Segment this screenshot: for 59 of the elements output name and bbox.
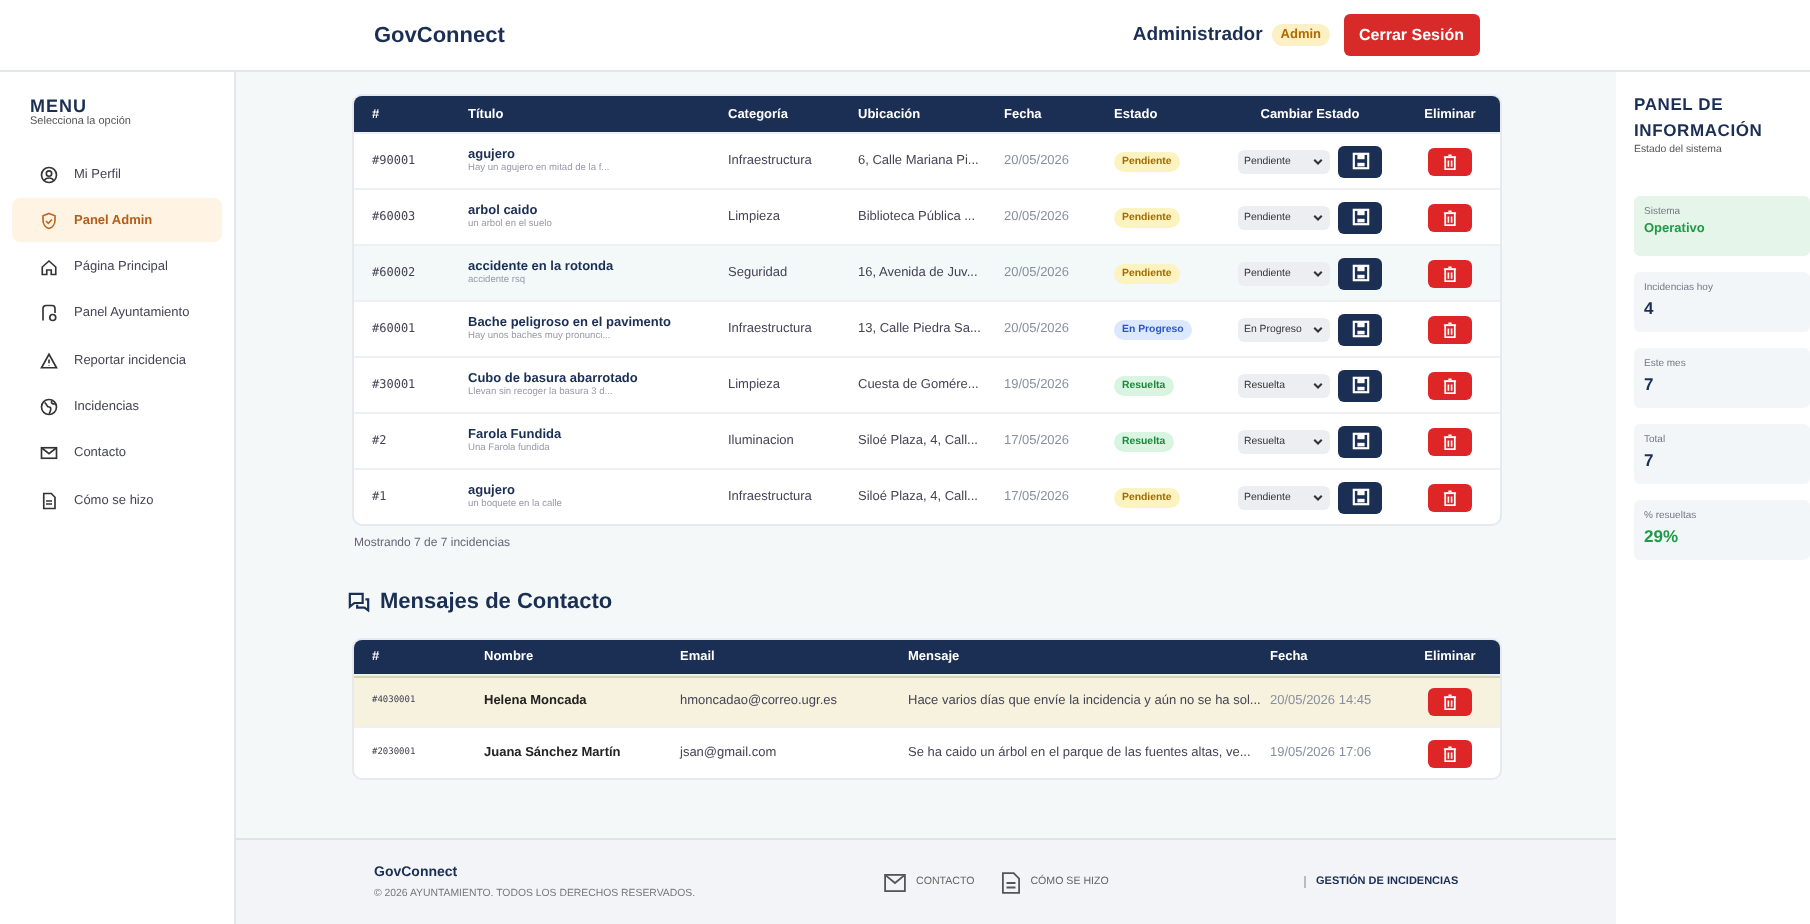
save-button[interactable] bbox=[1338, 145, 1382, 177]
delete-button[interactable] bbox=[1428, 203, 1472, 231]
warning-icon bbox=[40, 351, 58, 370]
user-icon bbox=[40, 165, 58, 183]
mail-icon bbox=[884, 873, 906, 891]
save-button[interactable] bbox=[1338, 201, 1382, 233]
document-icon bbox=[1002, 871, 1021, 893]
menu-title: MENU bbox=[28, 96, 89, 116]
chevron-icon bbox=[1312, 323, 1324, 335]
stat-value: 7 bbox=[1644, 373, 1656, 393]
info-panel-title: PANEL DE INFORMACIÓN bbox=[1634, 92, 1765, 143]
save-icon bbox=[1351, 376, 1369, 394]
delete-button[interactable] bbox=[1428, 259, 1472, 287]
delete-button[interactable] bbox=[1428, 315, 1472, 343]
trash-icon bbox=[1442, 745, 1458, 761]
delete-button[interactable] bbox=[1428, 739, 1472, 767]
save-icon bbox=[1351, 264, 1369, 282]
save-icon bbox=[1351, 152, 1369, 170]
mail-icon bbox=[40, 444, 58, 463]
trash-icon bbox=[1442, 693, 1458, 709]
save-button[interactable] bbox=[1338, 369, 1382, 401]
chevron-icon bbox=[1312, 491, 1324, 503]
app-logo[interactable]: GovConnect bbox=[374, 23, 505, 47]
delete-button[interactable] bbox=[1428, 371, 1472, 399]
section-title: Mensajes de Contacto bbox=[380, 590, 613, 614]
stat-value: 29% bbox=[1644, 525, 1681, 545]
doc-icon bbox=[40, 491, 58, 510]
chevron-icon bbox=[1312, 379, 1324, 391]
save-button[interactable] bbox=[1338, 481, 1382, 513]
chat-icon bbox=[348, 591, 370, 613]
trash-icon bbox=[1442, 433, 1458, 449]
logout-button[interactable]: Cerrar Sesión bbox=[1343, 14, 1480, 56]
home-icon bbox=[40, 258, 58, 277]
delete-button[interactable] bbox=[1428, 427, 1472, 455]
save-icon bbox=[1351, 320, 1369, 338]
save-button[interactable] bbox=[1338, 257, 1382, 289]
save-icon bbox=[1351, 432, 1369, 450]
trash-icon bbox=[1442, 209, 1458, 225]
delete-button[interactable] bbox=[1428, 483, 1472, 511]
chevron-icon bbox=[1312, 267, 1324, 279]
save-icon bbox=[1351, 208, 1369, 226]
save-button[interactable] bbox=[1338, 313, 1382, 345]
save-icon bbox=[1351, 488, 1369, 506]
trash-icon bbox=[1442, 153, 1458, 169]
chevron-icon bbox=[1312, 435, 1324, 447]
user-name: Administrador bbox=[1132, 24, 1263, 46]
delete-button[interactable] bbox=[1428, 687, 1472, 715]
shield-icon bbox=[40, 211, 58, 230]
trash-icon bbox=[1442, 489, 1458, 505]
stat-value: 7 bbox=[1644, 449, 1656, 469]
trash-icon bbox=[1442, 321, 1458, 337]
stat-value: 4 bbox=[1644, 297, 1656, 317]
globe-icon bbox=[40, 397, 58, 416]
trash-icon bbox=[1442, 377, 1458, 393]
trash-icon bbox=[1442, 265, 1458, 281]
delete-button[interactable] bbox=[1428, 147, 1472, 175]
chevron-icon bbox=[1312, 155, 1324, 167]
chevron-icon bbox=[1312, 211, 1324, 223]
save-button[interactable] bbox=[1338, 425, 1382, 457]
